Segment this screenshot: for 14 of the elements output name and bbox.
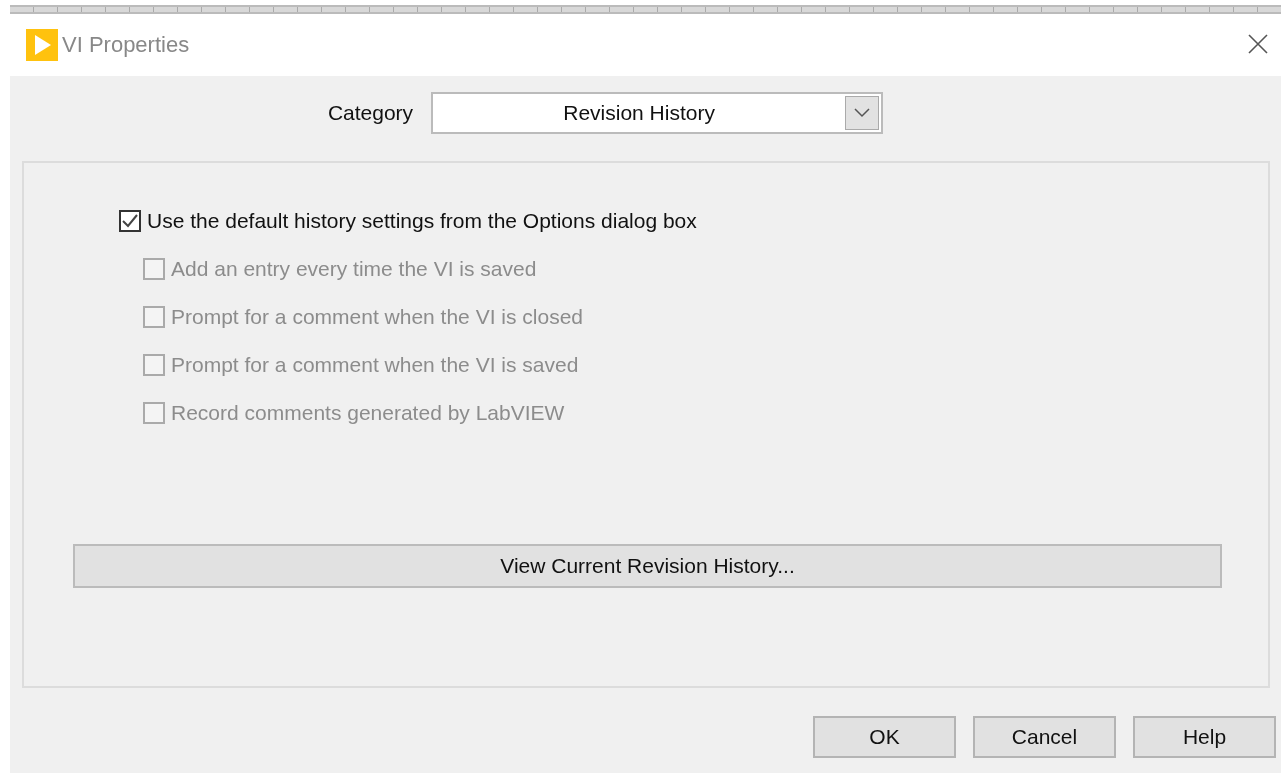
dialog-button[interactable]: Cancel [973, 716, 1116, 758]
checkbox[interactable] [119, 210, 141, 232]
category-dropdown[interactable]: Revision History [431, 92, 884, 134]
play-logo-icon [26, 29, 58, 61]
close-icon[interactable] [1247, 33, 1269, 55]
dropdown-button[interactable] [845, 96, 880, 130]
window-title: VI Properties [62, 32, 190, 58]
chevron-down-icon [854, 108, 871, 118]
dialog-button[interactable]: OK [813, 716, 956, 758]
category-label: Category [327, 101, 414, 125]
view-history-button[interactable]: View Current Revision History... [73, 544, 1222, 588]
checkbox-label[interactable]: Use the default history settings from the Options dialog box [147, 209, 697, 233]
dialog-button[interactable]: Help [1133, 716, 1276, 758]
check-icon [122, 214, 138, 228]
